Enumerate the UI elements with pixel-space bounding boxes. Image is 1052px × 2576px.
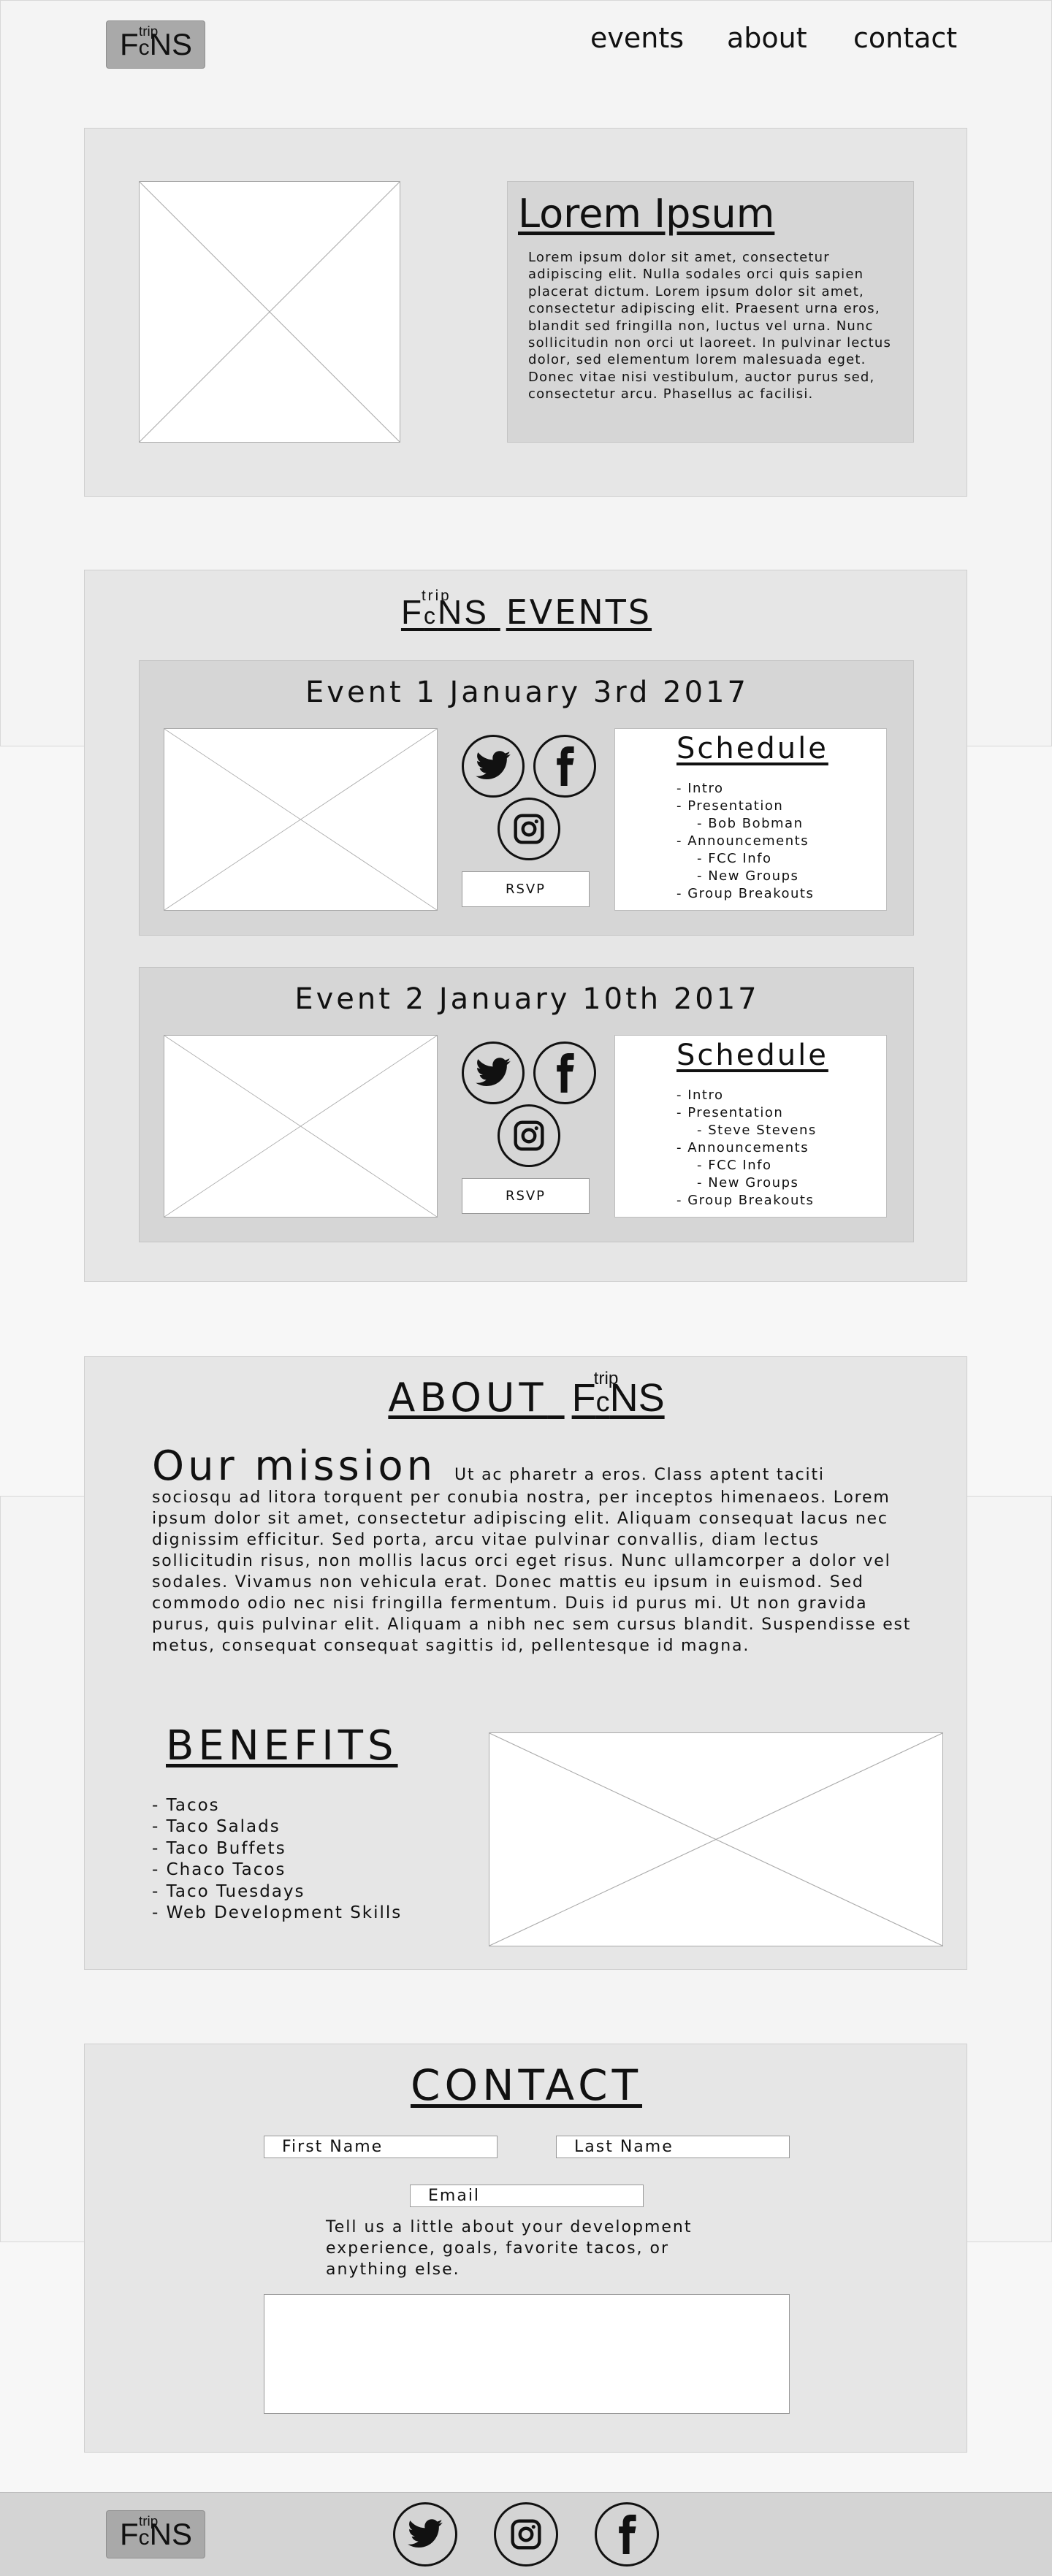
- hero-image-placeholder: [139, 181, 400, 443]
- benefits-image-placeholder: [489, 1732, 943, 1946]
- list-item: - Taco Buffets: [152, 1838, 286, 1858]
- schedule-item: - Steve Stevens: [697, 1122, 817, 1138]
- event-1-schedule-title: Schedule: [676, 732, 828, 765]
- events-title: FcNS trip EVENTS: [400, 587, 652, 632]
- event-card-1: Event 1 January 3rd 2017 RSVP Schedule -…: [139, 660, 914, 936]
- nav-about[interactable]: about: [727, 22, 807, 54]
- about-panel: ABOUT FcNS trip Our mission Ut ac pharet…: [84, 1356, 967, 1970]
- contact-title: CONTACT: [410, 2060, 643, 2110]
- benefits-list: - Tacos - Taco Salads - Taco Buffets - C…: [152, 1795, 402, 1925]
- event-card-2: Event 2 January 10th 2017 RSVP Schedule …: [139, 967, 914, 1242]
- twitter-icon[interactable]: [393, 2502, 457, 2567]
- nav-contact[interactable]: contact: [853, 22, 957, 54]
- events-panel: FcNS trip EVENTS Event 1 January 3rd 201…: [84, 570, 967, 1282]
- facebook-icon[interactable]: [533, 735, 596, 798]
- list-item: - Tacos: [152, 1796, 220, 1815]
- list-item: - Taco Tuesdays: [152, 1881, 305, 1901]
- twitter-icon[interactable]: [462, 1042, 525, 1104]
- schedule-item: - New Groups: [697, 1174, 799, 1190]
- facebook-icon[interactable]: [595, 2502, 659, 2567]
- hero-text-box: Lorem Ipsum Lorem ipsum dolor sit amet, …: [507, 181, 914, 443]
- event-2-schedule-title: Schedule: [676, 1039, 828, 1072]
- twitter-icon[interactable]: [462, 735, 525, 798]
- schedule-item: - New Groups: [697, 868, 799, 884]
- schedule-item: - Presentation: [676, 798, 784, 814]
- footer: FcNS trip: [0, 2492, 1052, 2576]
- list-item: - Chaco Tacos: [152, 1860, 286, 1880]
- about-title: ABOUT FcNS trip: [388, 1369, 665, 1421]
- schedule-item: - Announcements: [676, 833, 809, 849]
- event-2-title: Event 2 January 10th 2017: [294, 982, 760, 1016]
- contact-prompt: Tell us a little about your development …: [326, 2218, 693, 2279]
- event-1-rsvp-button[interactable]: RSVP: [462, 871, 590, 907]
- footer-logo: FcNS trip: [120, 2514, 193, 2551]
- mission-body: sociosqu ad litora torquent per conubia …: [152, 1488, 912, 1656]
- message-textarea[interactable]: [264, 2294, 790, 2414]
- event-1-title: Event 1 January 3rd 2017: [305, 676, 749, 709]
- last-name-field[interactable]: Last Name: [556, 2136, 790, 2158]
- schedule-item: - Intro: [676, 1088, 724, 1103]
- hero-body: Lorem ipsum dolor sit amet, consectetur …: [528, 250, 892, 402]
- facebook-icon[interactable]: [533, 1042, 596, 1104]
- schedule-item: - FCC Info: [697, 1157, 772, 1173]
- contact-panel: CONTACT First Name Last Name Email Tell …: [84, 2044, 967, 2453]
- schedule-item: - Group Breakouts: [676, 1192, 815, 1208]
- event-1-image-placeholder: [164, 728, 438, 911]
- hero-title: Lorem Ipsum: [518, 191, 775, 237]
- event-2-schedule-box: Schedule - Intro - Presentation - Steve …: [614, 1035, 887, 1218]
- hero-panel: Lorem Ipsum Lorem ipsum dolor sit amet, …: [84, 128, 967, 497]
- mission-heading: Our mission: [152, 1442, 437, 1490]
- event-2-rsvp-button[interactable]: RSVP: [462, 1178, 590, 1214]
- email-field[interactable]: Email: [410, 2185, 644, 2207]
- header-logo-badge[interactable]: FcNS trip: [106, 20, 205, 69]
- nav-events[interactable]: events: [590, 22, 684, 54]
- schedule-item: - Announcements: [676, 1139, 809, 1155]
- list-item: - Web Development Skills: [152, 1903, 403, 1923]
- list-item: - Taco Salads: [152, 1817, 281, 1837]
- instagram-icon[interactable]: [498, 1104, 560, 1167]
- instagram-icon[interactable]: [494, 2502, 558, 2567]
- schedule-item: - Group Breakouts: [676, 885, 815, 901]
- event-2-schedule-list: - Intro - Presentation - Steve Stevens -…: [676, 1087, 817, 1209]
- footer-logo-badge[interactable]: FcNS trip: [106, 2510, 205, 2558]
- schedule-item: - Bob Bobman: [697, 815, 804, 831]
- first-name-field[interactable]: First Name: [264, 2136, 498, 2158]
- event-2-image-placeholder: [164, 1035, 438, 1218]
- mission-first-line: Ut ac pharetr a eros. Class aptent tacit…: [454, 1466, 825, 1484]
- schedule-item: - FCC Info: [697, 850, 772, 866]
- benefits-title: BENEFITS: [166, 1722, 398, 1770]
- schedule-item: - Intro: [676, 781, 724, 796]
- event-1-schedule-list: - Intro - Presentation - Bob Bobman - An…: [676, 780, 814, 903]
- event-1-schedule-box: Schedule - Intro - Presentation - Bob Bo…: [614, 728, 887, 911]
- instagram-icon[interactable]: [498, 798, 560, 860]
- mission-block: Our mission Ut ac pharetr a eros. Class …: [152, 1446, 912, 1656]
- header-logo: FcNS trip: [120, 24, 193, 61]
- schedule-item: - Presentation: [676, 1104, 784, 1120]
